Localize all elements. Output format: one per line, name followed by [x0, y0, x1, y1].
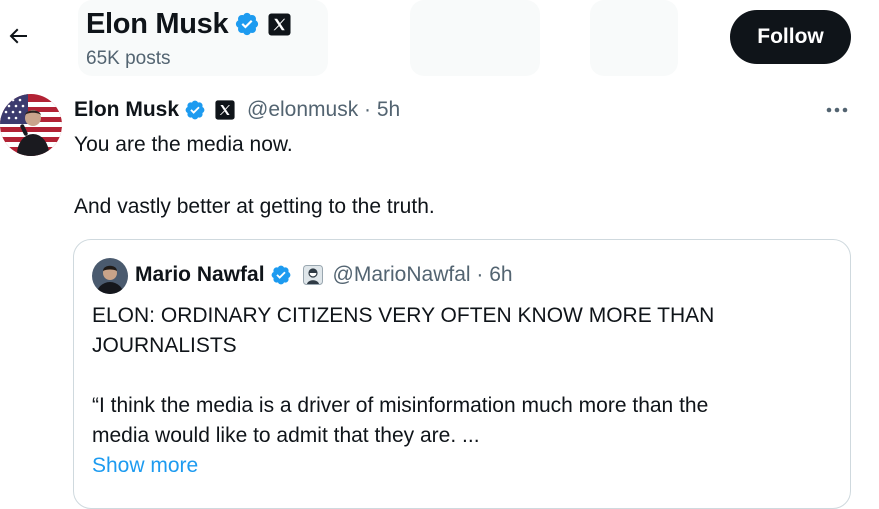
author-avatar[interactable]: [0, 94, 62, 156]
quote-text-line: “I think the media is a driver of misinf…: [92, 394, 709, 417]
more-horizontal-icon: [826, 107, 848, 113]
author-name[interactable]: Elon Musk: [74, 96, 179, 124]
x-affiliate-badge-icon[interactable]: [215, 100, 235, 120]
header-background-blur: [590, 0, 678, 76]
tweet-header: Elon Musk @elonmusk · 5h: [74, 96, 400, 124]
verified-badge-icon[interactable]: [234, 11, 260, 37]
quote-text-line: ELON: ORDINARY CITIZENS VERY OFTEN KNOW …: [92, 304, 715, 327]
avatar-image: [0, 94, 62, 156]
quote-author-handle-time[interactable]: @MarioNawfal · 6h: [333, 261, 513, 289]
posts-count: 65K posts: [86, 48, 171, 69]
tweet-text-line: And vastly better at getting to the trut…: [74, 195, 435, 218]
avatar-image: [92, 258, 128, 294]
quoted-tweet-card[interactable]: Mario Nawfal @MarioNawfal · 6h ELON: ORD…: [73, 239, 851, 509]
show-more-link[interactable]: Show more: [92, 451, 198, 481]
quote-author-avatar[interactable]: [92, 258, 128, 294]
affiliate-badge-icon[interactable]: [302, 265, 323, 285]
verified-badge-icon[interactable]: [270, 264, 292, 286]
quote-author-name[interactable]: Mario Nawfal: [135, 261, 265, 289]
profile-header: Elon Musk 65K posts Follow: [0, 0, 879, 84]
quote-text-line: JOURNALISTS: [92, 334, 237, 357]
profile-title: Elon Musk: [86, 6, 291, 42]
profile-name: Elon Musk: [86, 8, 229, 40]
quote-header: Mario Nawfal @MarioNawfal · 6h: [135, 261, 513, 289]
quote-text-line: media would like to admit that they are.…: [92, 424, 480, 447]
arrow-left-icon: [9, 28, 27, 44]
verified-badge-icon[interactable]: [184, 99, 206, 121]
tweet-text-line: You are the media now.: [74, 133, 293, 156]
more-options-button[interactable]: [820, 96, 854, 124]
follow-button[interactable]: Follow: [730, 10, 851, 64]
x-affiliate-badge-icon[interactable]: [268, 12, 291, 36]
header-background-blur: [410, 0, 540, 76]
author-handle-time[interactable]: @elonmusk · 5h: [247, 96, 400, 124]
back-button[interactable]: [0, 18, 36, 54]
